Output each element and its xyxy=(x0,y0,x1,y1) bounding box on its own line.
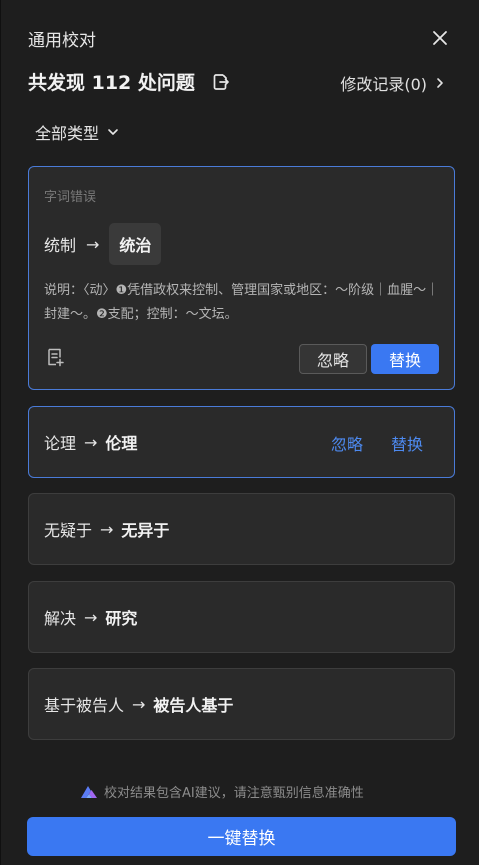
disclaimer-text: 校对结果包含AI建议，请注意甄别信息准确性 xyxy=(104,786,364,801)
issue-summary: 共发现 112 处问题 xyxy=(28,68,231,95)
issue-card-expanded[interactable]: 字词错误 统制 → 统治 说明：〈动〉❶凭借政权来控制、管理国家或地区：～阶级｜… xyxy=(28,166,455,390)
export-icon[interactable] xyxy=(211,72,231,92)
arrow: → xyxy=(84,607,98,627)
issue-card[interactable]: 无疑于 → 无异于 xyxy=(28,493,455,565)
issue-description: 说明：〈动〉❶凭借政权来控制、管理国家或地区：～阶级｜血腥～｜封建～。❷支配；控… xyxy=(44,283,440,322)
replace-link[interactable]: 替换 xyxy=(391,431,423,455)
issue-type-label: 字词错误 xyxy=(44,190,97,205)
ignore-link[interactable]: 忽略 xyxy=(331,431,363,455)
arrow: → xyxy=(100,519,114,539)
chevron-right-icon xyxy=(437,78,443,88)
issue-card[interactable]: 基于被告人 → 被告人基于 xyxy=(28,668,455,740)
type-filter-dropdown[interactable]: 全部类型 xyxy=(35,120,119,144)
arrow: → xyxy=(86,234,100,254)
issue-correction: 解决 → 研究 xyxy=(44,582,137,652)
issue-correction: 无疑于 → 无异于 xyxy=(44,494,169,564)
suggested-text: 伦理 xyxy=(105,434,138,453)
ignore-button[interactable]: 忽略 xyxy=(299,344,367,374)
add-note-icon[interactable] xyxy=(45,347,65,367)
original-text: 无疑于 xyxy=(44,521,93,540)
issue-correction: 统制 → 统治 xyxy=(44,223,162,265)
suggested-text: 研究 xyxy=(105,609,138,628)
issue-correction: 基于被告人 → 被告人基于 xyxy=(44,669,233,739)
original-text: 解决 xyxy=(44,609,77,628)
original-text: 论理 xyxy=(44,434,77,453)
replace-button[interactable]: 替换 xyxy=(371,344,439,374)
ai-logo-icon xyxy=(81,785,97,798)
close-icon[interactable] xyxy=(430,28,450,48)
suggested-text: 被告人基于 xyxy=(153,696,234,715)
issue-card[interactable]: 解决 → 研究 xyxy=(28,581,455,653)
issue-card[interactable]: 论理 → 伦理 忽略 替换 xyxy=(28,406,455,478)
history-label: 修改记录(0) xyxy=(340,75,427,94)
original-text: 统制 xyxy=(44,236,77,255)
arrow: → xyxy=(132,694,146,714)
chevron-down-icon xyxy=(108,129,118,135)
issue-count-label: 共发现 112 处问题 xyxy=(28,72,195,94)
issue-correction: 论理 → 伦理 xyxy=(44,407,137,477)
proofreading-panel: 通用校对 共发现 112 处问题 修改记录(0) 全部类型 字词错误 统制 → … xyxy=(0,0,479,865)
ai-disclaimer: 校对结果包含AI建议，请注意甄别信息准确性 xyxy=(79,782,364,801)
suggested-text: 无异于 xyxy=(121,521,170,540)
arrow: → xyxy=(84,432,98,452)
panel-title: 通用校对 xyxy=(28,31,96,51)
type-filter-label: 全部类型 xyxy=(35,124,100,143)
suggested-text: 统治 xyxy=(109,223,162,265)
original-text: 基于被告人 xyxy=(44,696,125,715)
history-link[interactable]: 修改记录(0) xyxy=(340,71,445,95)
replace-all-button[interactable]: 一键替换 xyxy=(27,817,456,856)
